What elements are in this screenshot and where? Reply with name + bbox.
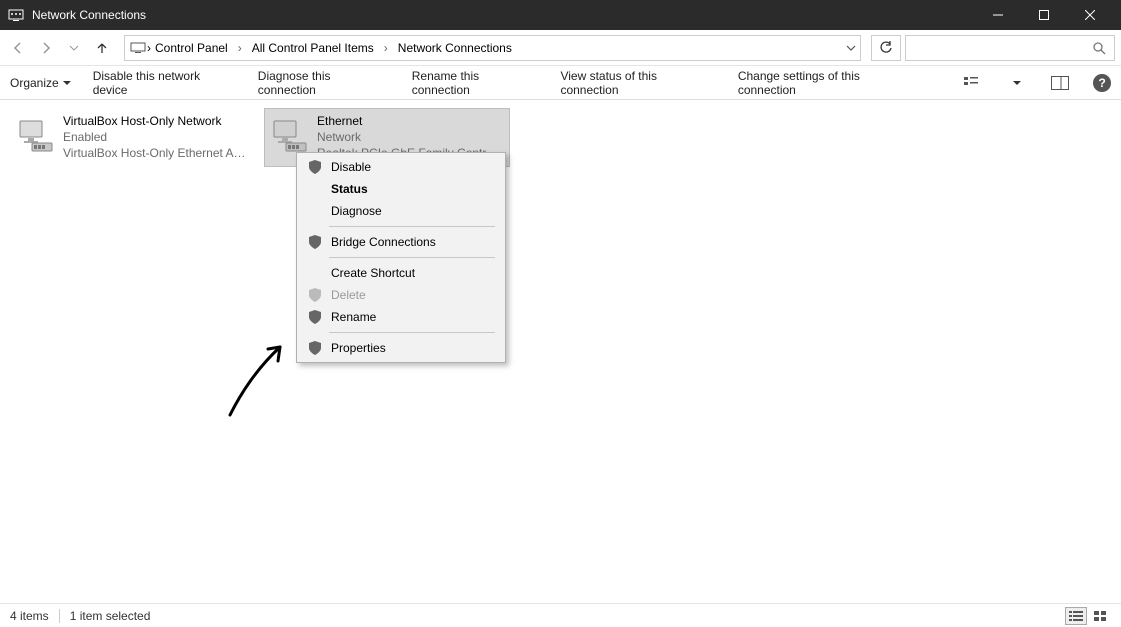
search-box[interactable] [905,35,1115,61]
view-status-button[interactable]: View status of this connection [560,69,715,97]
organize-label: Organize [10,76,59,90]
diagnose-connection-button[interactable]: Diagnose this connection [258,69,390,97]
shield-icon [307,160,323,174]
breadcrumb-network-connections[interactable]: Network Connections [394,39,516,57]
navigation-row: › Control Panel › All Control Panel Item… [0,30,1121,66]
breadcrumb: Control Panel › All Control Panel Items … [151,39,516,57]
minimize-button[interactable] [975,0,1021,30]
ctx-delete: Delete [299,284,503,306]
change-settings-button[interactable]: Change settings of this connection [738,69,919,97]
ctx-properties[interactable]: Properties [299,337,503,359]
help-button[interactable]: ? [1093,74,1111,92]
recent-dropdown-button[interactable] [62,36,86,60]
network-adapter-icon [17,113,57,162]
forward-button[interactable] [34,36,58,60]
context-menu: Disable Status Diagnose Bridge Connectio… [296,152,506,363]
window-title: Network Connections [32,8,975,22]
items-row: VirtualBox Host-Only Network Enabled Vir… [10,108,1111,167]
toolbar: Organize Disable this network device Dia… [0,66,1121,100]
view-dropdown-button[interactable] [1006,72,1028,94]
menu-separator [329,257,495,258]
breadcrumb-control-panel[interactable]: Control Panel [151,39,232,57]
address-bar[interactable]: › Control Panel › All Control Panel Item… [124,35,861,61]
titlebar: Network Connections [0,0,1121,30]
item-name: VirtualBox Host-Only Network [63,113,249,129]
shield-icon [307,288,323,302]
refresh-button[interactable] [871,35,901,61]
view-options-button[interactable] [962,72,984,94]
shield-icon [307,341,323,355]
window-controls [975,0,1113,30]
item-name: Ethernet [317,113,503,129]
chevron-right-icon: › [382,41,390,55]
up-button[interactable] [90,36,114,60]
chevron-right-icon: › [236,41,244,55]
item-status: Network [317,129,503,145]
network-connections-icon [129,40,147,56]
item-status: Enabled [63,129,249,145]
item-device: VirtualBox Host-Only Ethernet Ad... [63,145,249,161]
ctx-bridge[interactable]: Bridge Connections [299,231,503,253]
shield-icon [307,235,323,249]
back-button[interactable] [6,36,30,60]
content-area: VirtualBox Host-Only Network Enabled Vir… [0,100,1121,603]
status-separator [59,609,60,623]
ctx-status[interactable]: Status [299,178,503,200]
statusbar: 4 items 1 item selected [0,603,1121,627]
address-dropdown-button[interactable] [846,43,856,53]
organize-menu[interactable]: Organize [10,76,71,90]
dropdown-icon [63,79,71,87]
search-icon [1092,41,1106,55]
close-button[interactable] [1067,0,1113,30]
rename-connection-button[interactable]: Rename this connection [412,69,539,97]
app-icon [8,7,24,23]
large-icons-view-button[interactable] [1089,607,1111,625]
breadcrumb-all-items[interactable]: All Control Panel Items [248,39,378,57]
status-selected: 1 item selected [70,609,151,623]
status-count: 4 items [10,609,49,623]
preview-pane-button[interactable] [1050,72,1072,94]
ctx-diagnose[interactable]: Diagnose [299,200,503,222]
maximize-button[interactable] [1021,0,1067,30]
ctx-create-shortcut[interactable]: Create Shortcut [299,262,503,284]
details-view-button[interactable] [1065,607,1087,625]
network-item-virtualbox[interactable]: VirtualBox Host-Only Network Enabled Vir… [10,108,256,167]
menu-separator [329,332,495,333]
disable-device-button[interactable]: Disable this network device [93,69,236,97]
ctx-disable[interactable]: Disable [299,156,503,178]
shield-icon [307,310,323,324]
ctx-rename[interactable]: Rename [299,306,503,328]
menu-separator [329,226,495,227]
